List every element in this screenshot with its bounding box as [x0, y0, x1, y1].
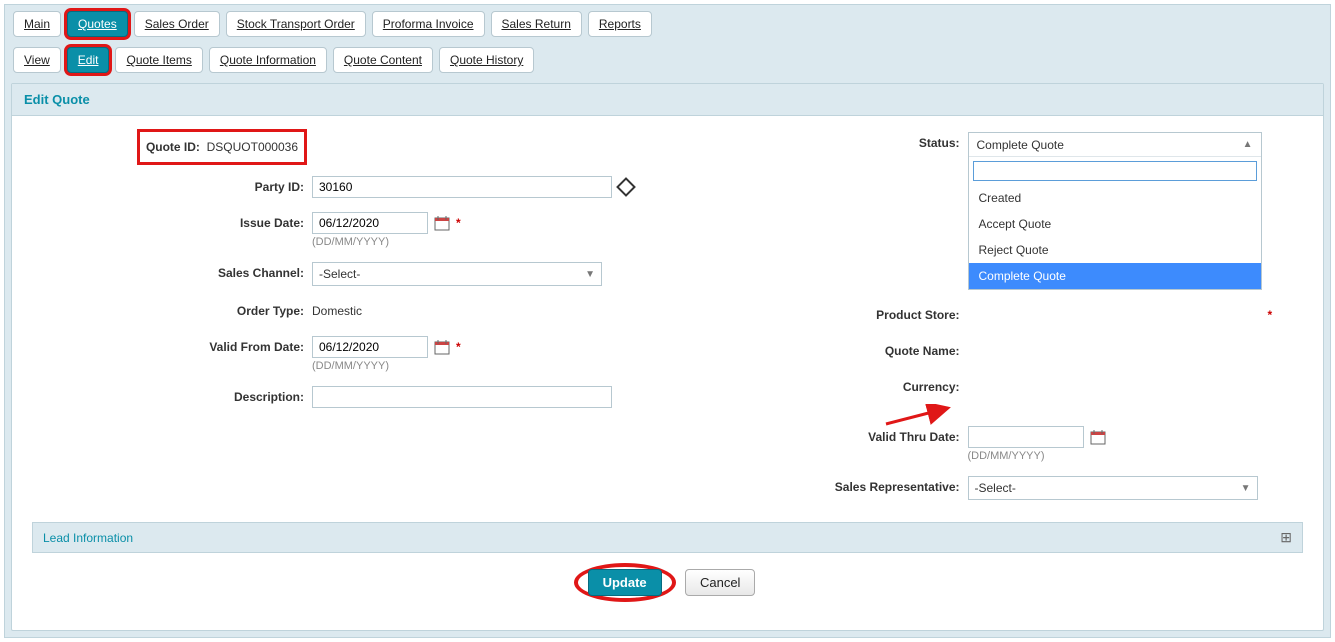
order-type-label: Order Type:: [32, 300, 312, 322]
top-tabstrip: Main Quotes Sales Order Stock Transport …: [5, 5, 1330, 43]
issue-date-label: Issue Date:: [32, 212, 312, 234]
tab-proforma[interactable]: Proforma Invoice: [372, 11, 485, 37]
valid-from-input[interactable]: [312, 336, 428, 358]
arrow-annotation-icon: [884, 404, 954, 428]
party-id-label: Party ID:: [32, 176, 312, 198]
button-row: Update Cancel: [32, 553, 1303, 622]
panel-title: Edit Quote: [12, 84, 1323, 116]
sales-rep-label: Sales Representative:: [668, 476, 968, 498]
subtab-history[interactable]: Quote History: [439, 47, 534, 73]
chevron-up-icon: ▲: [1243, 139, 1253, 150]
party-id-input[interactable]: [312, 176, 612, 198]
expand-icon[interactable]: ⊞: [1280, 529, 1292, 546]
subtab-edit[interactable]: Edit: [67, 47, 110, 73]
currency-label: Currency:: [668, 376, 968, 398]
edit-quote-panel: Edit Quote Quote ID: DSQUOT000036 Party …: [11, 83, 1324, 631]
calendar-icon[interactable]: [434, 339, 450, 355]
valid-thru-input[interactable]: [968, 426, 1084, 448]
calendar-icon[interactable]: [1090, 429, 1106, 445]
description-label: Description:: [32, 386, 312, 408]
chevron-down-icon: ▼: [1241, 483, 1251, 494]
issue-date-input[interactable]: [312, 212, 428, 234]
subtab-items[interactable]: Quote Items: [115, 47, 202, 73]
calendar-icon[interactable]: [434, 215, 450, 231]
status-option-accept[interactable]: Accept Quote: [969, 211, 1261, 237]
sales-rep-value: -Select-: [975, 481, 1016, 495]
valid-thru-hint: (DD/MM/YYYY): [968, 450, 1106, 462]
status-dropdown: Created Accept Quote Reject Quote Comple…: [969, 157, 1261, 289]
left-column: Quote ID: DSQUOT000036 Party ID:: [32, 132, 668, 514]
product-store-label: Product Store:: [668, 304, 968, 326]
tab-quotes[interactable]: Quotes: [67, 11, 128, 37]
valid-thru-label: Valid Thru Date:: [668, 426, 968, 448]
quote-id-value: DSQUOT000036: [207, 140, 298, 154]
subtab-info[interactable]: Quote Information: [209, 47, 327, 73]
required-mark: *: [1268, 308, 1273, 322]
status-option-reject[interactable]: Reject Quote: [969, 237, 1261, 263]
order-type-value: Domestic: [312, 300, 362, 322]
description-input[interactable]: [312, 386, 612, 408]
tab-main[interactable]: Main: [13, 11, 61, 37]
tab-stock-transport[interactable]: Stock Transport Order: [226, 11, 366, 37]
valid-from-label: Valid From Date:: [32, 336, 312, 358]
required-mark: *: [456, 340, 461, 354]
chevron-down-icon: ▼: [585, 269, 595, 280]
status-label: Status:: [668, 132, 968, 154]
cancel-button[interactable]: Cancel: [685, 569, 755, 596]
lookup-icon[interactable]: [618, 179, 634, 195]
quote-name-label: Quote Name:: [668, 340, 968, 362]
tab-sales-return[interactable]: Sales Return: [491, 11, 582, 37]
sales-channel-label: Sales Channel:: [32, 262, 312, 284]
status-selected-value: Complete Quote: [977, 138, 1064, 152]
quote-id-label: Quote ID:: [146, 140, 200, 154]
sales-channel-value: -Select-: [319, 267, 360, 281]
lead-info-label: Lead Information: [43, 531, 133, 545]
subtab-content[interactable]: Quote Content: [333, 47, 433, 73]
required-mark: *: [456, 216, 461, 230]
lead-info-section[interactable]: Lead Information ⊞: [32, 522, 1303, 553]
tab-sales-order[interactable]: Sales Order: [134, 11, 220, 37]
valid-from-hint: (DD/MM/YYYY): [312, 360, 461, 372]
status-search-input[interactable]: [973, 161, 1257, 181]
panel-body: Quote ID: DSQUOT000036 Party ID:: [12, 116, 1323, 630]
update-button[interactable]: Update: [588, 569, 662, 596]
subtab-view[interactable]: View: [13, 47, 61, 73]
tab-reports[interactable]: Reports: [588, 11, 652, 37]
sales-channel-select[interactable]: -Select- ▼: [312, 262, 602, 286]
issue-date-hint: (DD/MM/YYYY): [312, 236, 461, 248]
sub-tabstrip: View Edit Quote Items Quote Information …: [5, 43, 1330, 79]
sales-rep-select[interactable]: -Select- ▼: [968, 476, 1258, 500]
update-highlight-ring: Update: [574, 563, 676, 602]
right-column: Status: Complete Quote ▲ Created: [668, 132, 1304, 514]
status-option-created[interactable]: Created: [969, 185, 1261, 211]
status-select[interactable]: Complete Quote ▲ Created Accept Quote Re…: [968, 132, 1262, 290]
status-option-complete[interactable]: Complete Quote: [969, 263, 1261, 289]
